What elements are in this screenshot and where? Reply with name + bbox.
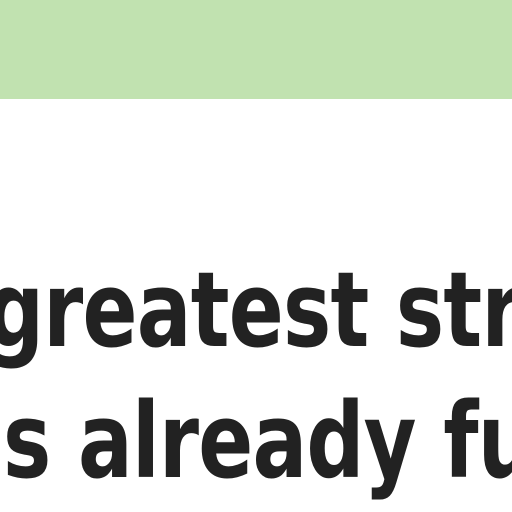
page-viewport: greatest stre is already fu <box>0 0 512 512</box>
headline-text-block: greatest stre is already fu <box>0 0 512 512</box>
headline-line-2: is already fu <box>0 380 512 502</box>
headline-line-1: greatest stre <box>0 249 512 371</box>
